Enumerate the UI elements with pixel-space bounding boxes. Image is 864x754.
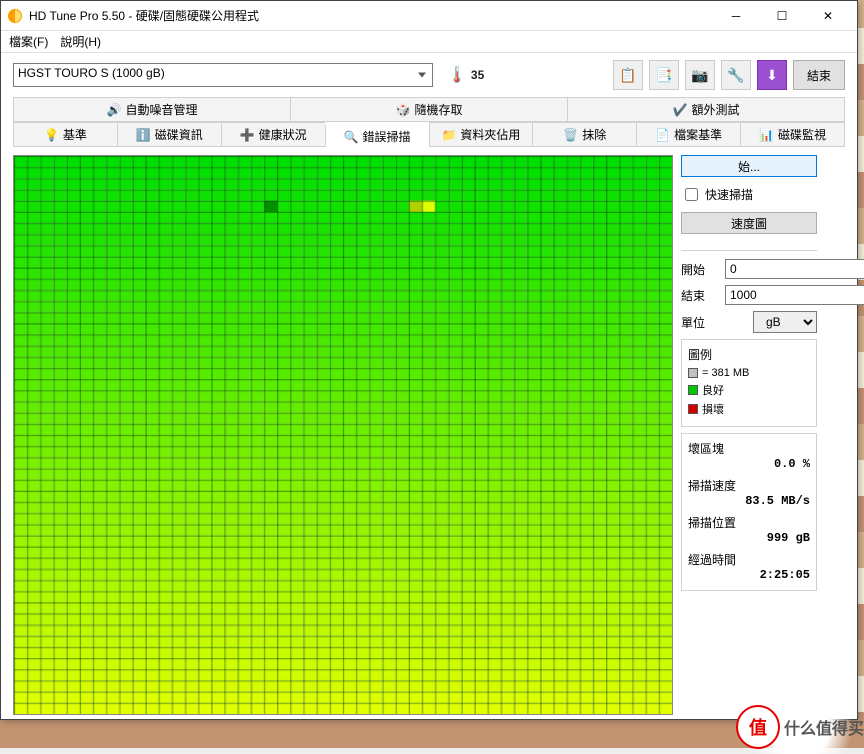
elapsed-time-label: 經過時間 bbox=[688, 551, 810, 568]
bad-blocks-value: 0.0 % bbox=[688, 457, 810, 471]
minimize-button[interactable]: ─ bbox=[713, 1, 759, 31]
trash-icon: 🗑️ bbox=[563, 128, 578, 142]
quick-scan-checkbox[interactable]: 快速掃描 bbox=[681, 185, 817, 204]
tab-file-benchmark[interactable]: 📄檔案基準 bbox=[636, 122, 740, 146]
exit-button[interactable]: 結束 bbox=[793, 60, 845, 90]
drive-select[interactable]: HGST TOURO S (1000 gB) bbox=[13, 63, 433, 87]
drive-select-value: HGST TOURO S (1000 gB) bbox=[18, 66, 165, 80]
tabs-row-top: 🔊自動噪音管理 🎲隨機存取 ✔️額外測試 bbox=[13, 97, 845, 122]
unit-select[interactable]: gB bbox=[753, 311, 817, 333]
stats-group: 壞區塊 0.0 % 掃描速度 83.5 MB/s 掃描位置 999 gB 經過時… bbox=[681, 433, 817, 591]
start-spinner[interactable]: ▲▼ bbox=[725, 259, 817, 279]
bad-blocks-label: 壞區塊 bbox=[688, 440, 810, 457]
copy-screenshot-button[interactable]: 📑 bbox=[649, 60, 679, 90]
side-panel: 始... 快速掃描 速度圖 開始 ▲▼ 結束 ▲▼ 單位 gB 圖例 = 381… bbox=[681, 155, 817, 715]
tab-erase[interactable]: 🗑️抹除 bbox=[532, 122, 636, 146]
scan-grid bbox=[13, 155, 673, 715]
elapsed-time-value: 2:25:05 bbox=[688, 568, 810, 582]
scan-position-label: 掃描位置 bbox=[688, 514, 810, 531]
menu-file[interactable]: 檔案(F) bbox=[9, 33, 48, 50]
copy-info-button[interactable]: 📋 bbox=[613, 60, 643, 90]
legend-title: 圖例 bbox=[688, 346, 810, 363]
tab-info[interactable]: ℹ️磁碟資訊 bbox=[117, 122, 221, 146]
start-scan-button[interactable]: 始... bbox=[681, 155, 817, 177]
close-button[interactable]: ✕ bbox=[805, 1, 851, 31]
tab-benchmark[interactable]: 💡基準 bbox=[13, 122, 117, 146]
tab-random-access[interactable]: 🎲隨機存取 bbox=[290, 97, 567, 121]
end-input[interactable] bbox=[725, 285, 864, 305]
legend-group: 圖例 = 381 MB 良好 損壞 bbox=[681, 339, 817, 427]
tab-error-scan[interactable]: 🔍錯誤掃描 bbox=[325, 123, 429, 147]
app-icon bbox=[7, 8, 23, 24]
file-icon: 📄 bbox=[655, 128, 670, 142]
scan-speed-value: 83.5 MB/s bbox=[688, 494, 810, 508]
unit-label: 單位 bbox=[681, 314, 713, 331]
save-button[interactable]: ⬇ bbox=[757, 60, 787, 90]
tab-disk-monitor[interactable]: 📊磁碟監視 bbox=[740, 122, 845, 146]
legend-bad: 損壞 bbox=[702, 401, 724, 417]
folder-icon: 📁 bbox=[441, 128, 456, 142]
end-spinner[interactable]: ▲▼ bbox=[725, 285, 817, 305]
temperature-value: 35 bbox=[471, 68, 484, 82]
screenshot-button[interactable]: 📷 bbox=[685, 60, 715, 90]
legend-bad-icon bbox=[688, 404, 698, 414]
speaker-icon: 🔊 bbox=[107, 103, 122, 117]
info-icon: ℹ️ bbox=[136, 128, 151, 142]
speedmap-button[interactable]: 速度圖 bbox=[681, 212, 817, 234]
window-title: HD Tune Pro 5.50 - 硬碟/固態硬碟公用程式 bbox=[29, 7, 713, 24]
legend-block-icon bbox=[688, 368, 698, 378]
start-input[interactable] bbox=[725, 259, 864, 279]
legend-block-size: = 381 MB bbox=[702, 367, 749, 379]
app-window: HD Tune Pro 5.50 - 硬碟/固態硬碟公用程式 ─ ☐ ✕ 檔案(… bbox=[0, 0, 858, 720]
scan-speed-label: 掃描速度 bbox=[688, 477, 810, 494]
tab-aam[interactable]: 🔊自動噪音管理 bbox=[13, 97, 290, 121]
menubar: 檔案(F) 說明(H) bbox=[1, 31, 857, 53]
random-icon: 🎲 bbox=[396, 103, 411, 117]
thermometer-icon: 🌡️ bbox=[447, 65, 467, 85]
temperature-display: 🌡️ 35 bbox=[447, 65, 484, 85]
menu-help[interactable]: 說明(H) bbox=[60, 33, 101, 50]
maximize-button[interactable]: ☐ bbox=[759, 1, 805, 31]
check-icon: ✔️ bbox=[673, 103, 688, 117]
end-label: 結束 bbox=[681, 287, 713, 304]
tab-health[interactable]: ➕健康狀況 bbox=[221, 122, 325, 146]
tab-folder-usage[interactable]: 📁資料夾佔用 bbox=[429, 122, 533, 146]
search-icon: 🔍 bbox=[344, 130, 359, 144]
titlebar: HD Tune Pro 5.50 - 硬碟/固態硬碟公用程式 ─ ☐ ✕ bbox=[1, 1, 857, 31]
legend-ok: 良好 bbox=[702, 382, 724, 398]
tab-extra-tests[interactable]: ✔️額外測試 bbox=[567, 97, 845, 121]
start-label: 開始 bbox=[681, 261, 713, 278]
options-button[interactable]: 🔧 bbox=[721, 60, 751, 90]
legend-ok-icon bbox=[688, 385, 698, 395]
health-icon: ➕ bbox=[240, 128, 255, 142]
bulb-icon: 💡 bbox=[44, 128, 59, 142]
monitor-icon: 📊 bbox=[759, 128, 774, 142]
toolbar: HGST TOURO S (1000 gB) 🌡️ 35 📋 📑 📷 🔧 ⬇ 結… bbox=[1, 53, 857, 97]
scan-position-value: 999 gB bbox=[688, 531, 810, 545]
tabs-row-bottom: 💡基準 ℹ️磁碟資訊 ➕健康狀況 🔍錯誤掃描 📁資料夾佔用 🗑️抹除 📄檔案基準… bbox=[13, 122, 845, 147]
